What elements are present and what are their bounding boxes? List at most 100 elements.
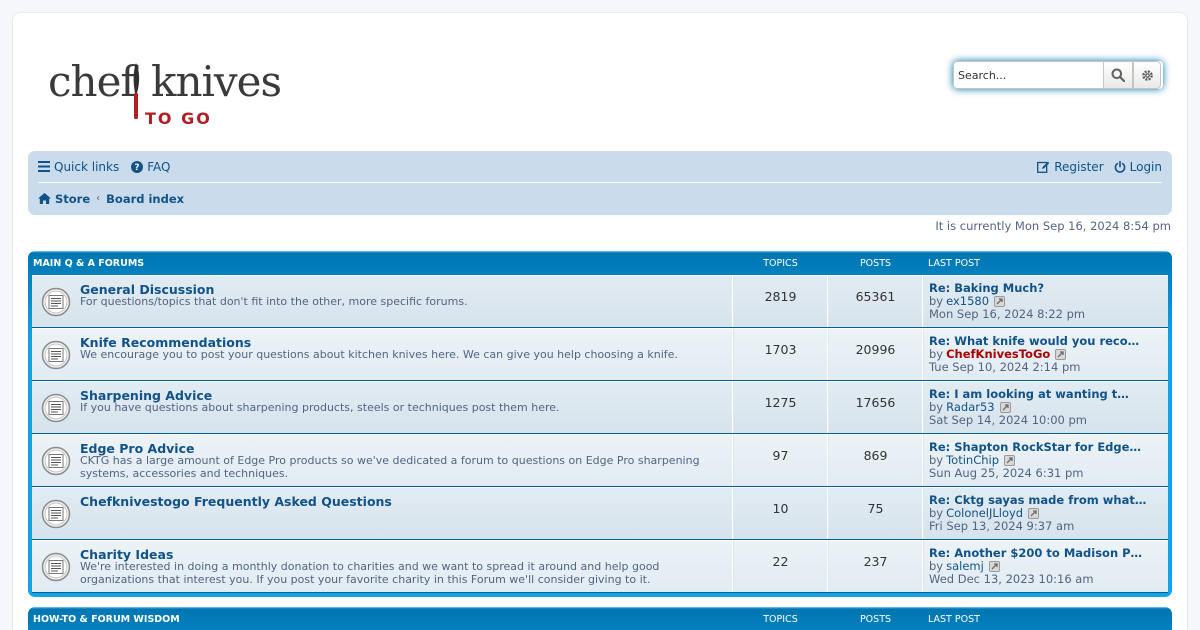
column-header-last-post: LAST POST — [928, 613, 980, 625]
knife-logo-icon — [133, 63, 140, 119]
page-wrap: chef knives TO GO Search... Quick links … — [12, 12, 1188, 630]
last-post-cell: Re: Another $200 to Madison P… by salemj We… — [923, 541, 1168, 592]
column-header-posts: POSTS — [859, 257, 892, 269]
posts-count: 20996 — [828, 329, 923, 380]
logo-word-chef: chef — [48, 57, 136, 106]
last-post-date: Tue Sep 10, 2024 2:14 pm — [929, 360, 1081, 374]
current-time: It is currently Mon Sep 16, 2024 8:54 pm — [935, 219, 1171, 233]
last-post-cell: Re: Baking Much? by ex1580 Mon Sep 16, 2024… — [923, 276, 1168, 327]
register-link[interactable]: Register — [1037, 160, 1104, 174]
forum-title-cell: Charity Ideas We're interested in doing a… — [80, 541, 733, 592]
view-latest-post-icon[interactable] — [988, 561, 1000, 572]
column-header-topics: TOPICS — [763, 257, 798, 269]
forum-read-icon — [41, 340, 71, 369]
posts-count: 17656 — [828, 382, 923, 433]
posts-count: 237 — [828, 541, 923, 592]
category-how-to: HOW-TO & FORUM WISDOM TOPICS POSTS LAST … — [28, 607, 1172, 630]
quick-links-label: Quick links — [54, 159, 120, 174]
hamburger-icon — [38, 161, 50, 172]
forum-description: CKTG has a large amount of Edge Pro prod… — [80, 454, 700, 480]
view-latest-post-icon[interactable] — [1028, 508, 1040, 519]
view-latest-post-icon[interactable] — [1004, 455, 1016, 466]
search-box — [953, 61, 1163, 89]
chevron-left-icon: ‹ — [96, 193, 101, 204]
topics-count: 22 — [733, 541, 828, 592]
forum-read-icon-cell — [32, 435, 80, 486]
column-header-last-post: LAST POST — [928, 257, 980, 269]
last-post-cell: Re: Shapton RockStar for Edge… by TotinChi… — [923, 435, 1168, 486]
topics-count: 10 — [733, 488, 828, 539]
external-link-icon — [988, 561, 1000, 572]
breadcrumb-board-index[interactable]: Board index — [106, 192, 184, 206]
category-header: HOW-TO & FORUM WISDOM TOPICS POSTS LAST … — [32, 607, 1168, 630]
column-header-posts: POSTS — [859, 613, 892, 625]
category-header: MAIN Q & A FORUMS TOPICS POSTS LAST POST — [32, 251, 1168, 275]
faq-link[interactable]: ? FAQ — [131, 160, 170, 174]
topics-count: 1703 — [733, 329, 828, 380]
external-link-icon — [994, 296, 1006, 307]
category-main-qa: MAIN Q & A FORUMS TOPICS POSTS LAST POST… — [28, 251, 1172, 597]
navbar: Quick links ? FAQ Register Login Store ‹… — [28, 151, 1172, 215]
topics-count: 1275 — [733, 382, 828, 433]
login-label: Login — [1129, 159, 1162, 174]
forum-row: Edge Pro Advice CKTG has a large amount o… — [32, 434, 1168, 487]
forum-title-link[interactable]: Chefknivestogo Frequently Asked Question… — [80, 495, 732, 508]
last-post-cell: Re: I am looking at wanting t… by Radar53 S… — [923, 382, 1168, 433]
search-input[interactable] — [953, 61, 1103, 89]
forum-title-cell: General Discussion For questions/topics t… — [80, 276, 733, 327]
forum-read-icon — [41, 446, 71, 475]
forum-read-icon-cell — [32, 488, 80, 539]
quick-links-menu[interactable]: Quick links — [38, 160, 119, 174]
posts-count: 75 — [828, 488, 923, 539]
external-link-icon — [999, 402, 1011, 413]
forum-title-cell: Knife Recommendations We encourage you to… — [80, 329, 733, 380]
forum-row: Charity Ideas We're interested in doing a… — [32, 540, 1168, 593]
category-title[interactable]: HOW-TO & FORUM WISDOM — [32, 614, 733, 625]
advanced-search-button[interactable] — [1133, 61, 1161, 89]
forum-description: We're interested in doing a monthly dona… — [80, 560, 660, 586]
view-latest-post-icon[interactable] — [994, 296, 1006, 307]
topics-count: 2819 — [733, 276, 828, 327]
site-header: chef knives TO GO — [28, 13, 1172, 151]
home-icon — [38, 193, 51, 204]
forum-read-icon-cell — [32, 276, 80, 327]
magnifier-icon — [1111, 68, 1125, 82]
view-latest-post-icon[interactable] — [1055, 349, 1067, 360]
posts-count: 65361 — [828, 276, 923, 327]
last-post-date: Sun Aug 25, 2024 6:31 pm — [929, 466, 1084, 480]
svg-text:?: ? — [135, 163, 140, 173]
forum-description: We encourage you to post your questions … — [80, 348, 678, 361]
breadcrumb-store[interactable]: Store — [38, 192, 90, 206]
forum-row: General Discussion For questions/topics t… — [32, 275, 1168, 328]
forum-read-icon-cell — [32, 329, 80, 380]
forum-row: Sharpening Advice If you have questions a… — [32, 381, 1168, 434]
external-link-icon — [1004, 455, 1016, 466]
category-title[interactable]: MAIN Q & A FORUMS — [32, 258, 733, 269]
faq-label: FAQ — [147, 159, 171, 174]
login-link[interactable]: Login — [1114, 160, 1162, 174]
topics-count: 97 — [733, 435, 828, 486]
last-post-date: Wed Dec 13, 2023 10:16 am — [929, 572, 1094, 586]
forum-row: Knife Recommendations We encourage you to… — [32, 328, 1168, 381]
last-post-date: Sat Sep 14, 2024 10:00 pm — [929, 413, 1088, 427]
posts-count: 869 — [828, 435, 923, 486]
breadcrumb: Store ‹ Board index — [38, 183, 1162, 214]
last-post-date: Mon Sep 16, 2024 8:22 pm — [929, 307, 1086, 321]
forum-description: If you have questions about sharpening p… — [80, 401, 560, 414]
question-circle-icon: ? — [131, 160, 144, 173]
external-link-icon — [1055, 349, 1067, 360]
edit-icon — [1037, 161, 1050, 173]
external-link-icon — [1028, 508, 1040, 519]
forum-description: For questions/topics that don't fit into… — [80, 295, 468, 308]
forum-list: General Discussion For questions/topics t… — [32, 275, 1168, 593]
forum-read-icon — [41, 552, 71, 581]
logo-tagline: TO GO — [145, 109, 212, 128]
search-button[interactable] — [1103, 61, 1133, 89]
forum-read-icon — [41, 393, 71, 422]
last-post-cell: Re: What knife would you reco… by ChefKniv… — [923, 329, 1168, 380]
site-logo[interactable]: chef knives TO GO — [48, 57, 308, 131]
last-post-cell: Re: Cktg sayas made from what… by ColonelJ… — [923, 488, 1168, 539]
view-latest-post-icon[interactable] — [999, 402, 1011, 413]
forum-title-cell: Chefknivestogo Frequently Asked Question… — [80, 488, 733, 539]
gear-icon — [1141, 69, 1153, 81]
